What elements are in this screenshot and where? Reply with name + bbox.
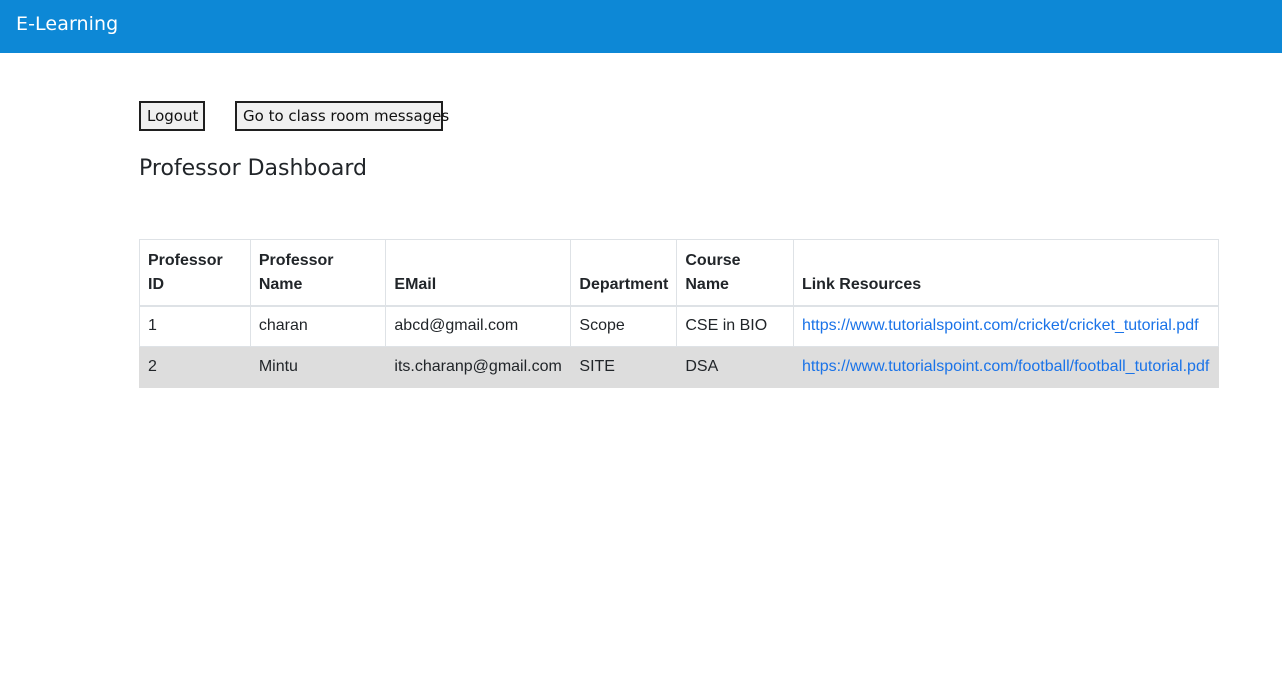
cell-course-name: CSE in BIO bbox=[676, 305, 794, 347]
logout-button[interactable]: Logout bbox=[139, 101, 205, 131]
top-navbar: E-Learning bbox=[0, 0, 1282, 53]
header-link-resources: Link Resources bbox=[792, 239, 1220, 307]
table-header-row: Professor ID Professor Name EMail Depart… bbox=[139, 239, 1220, 307]
cell-professor-id: 2 bbox=[139, 346, 251, 388]
cell-professor-name: charan bbox=[249, 305, 387, 347]
header-email: EMail bbox=[385, 239, 572, 307]
cell-department: Scope bbox=[570, 305, 678, 347]
cell-course-name: DSA bbox=[676, 346, 794, 388]
cell-email: its.charanp@gmail.com bbox=[385, 346, 572, 388]
header-department: Department bbox=[570, 239, 678, 307]
professor-table: Professor ID Professor Name EMail Depart… bbox=[139, 239, 1220, 388]
brand-title[interactable]: E-Learning bbox=[16, 13, 118, 35]
table-row: 1 charan abcd@gmail.com Scope CSE in BIO… bbox=[139, 305, 1220, 347]
cell-professor-name: Mintu bbox=[249, 346, 387, 388]
header-professor-id: Professor ID bbox=[139, 239, 251, 307]
cell-link-resources: https://www.tutorialspoint.com/football/… bbox=[792, 346, 1220, 388]
cell-department: SITE bbox=[570, 346, 678, 388]
header-course-name: Course Name bbox=[676, 239, 794, 307]
cell-professor-id: 1 bbox=[139, 305, 251, 347]
resource-link[interactable]: https://www.tutorialspoint.com/football/… bbox=[802, 358, 1209, 375]
cell-link-resources: https://www.tutorialspoint.com/cricket/c… bbox=[792, 305, 1220, 347]
header-professor-name: Professor Name bbox=[249, 239, 387, 307]
resource-link[interactable]: https://www.tutorialspoint.com/cricket/c… bbox=[802, 317, 1199, 334]
page-title: Professor Dashboard bbox=[139, 156, 367, 181]
cell-email: abcd@gmail.com bbox=[385, 305, 572, 347]
classroom-messages-button[interactable]: Go to class room messages bbox=[235, 101, 449, 131]
table-row: 2 Mintu its.charanp@gmail.com SITE DSA h… bbox=[139, 346, 1220, 388]
